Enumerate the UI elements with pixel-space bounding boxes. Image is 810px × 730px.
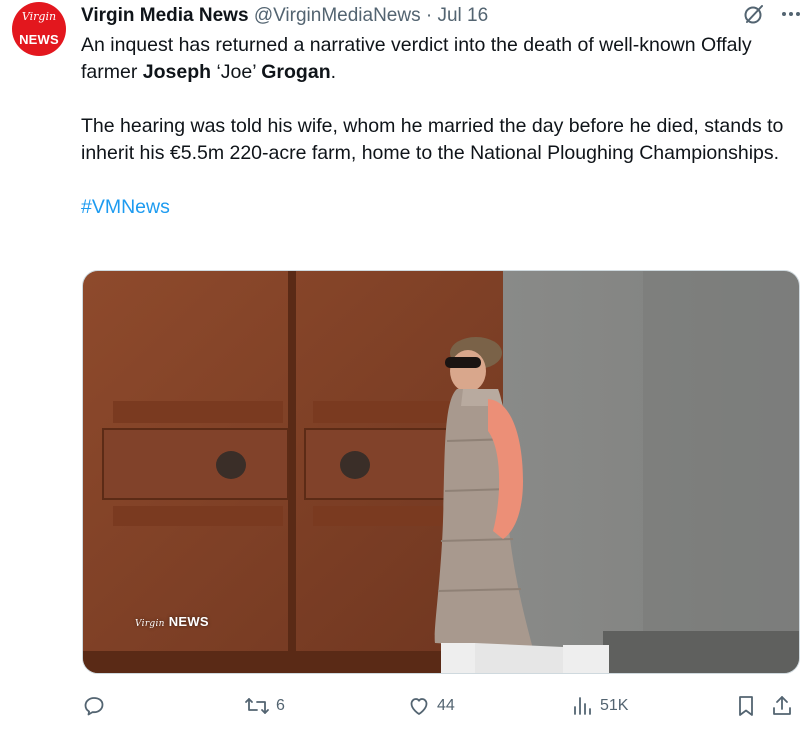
- media-watermark-news: NEWS: [168, 614, 209, 629]
- action-bar: 6 44 51K: [82, 690, 792, 722]
- avatar-logo-label: NEWS: [19, 32, 59, 47]
- retweet-count: 6: [276, 697, 285, 714]
- tweet-date[interactable]: Jul 16: [437, 5, 488, 26]
- avatar[interactable]: Virgin NEWS: [12, 2, 66, 56]
- user-handle[interactable]: @VirginMediaNews: [254, 5, 421, 26]
- bookmark-icon: [734, 694, 758, 718]
- reply-button[interactable]: [82, 690, 112, 722]
- like-icon: [407, 694, 431, 718]
- more-icon[interactable]: [780, 3, 802, 25]
- hashtag-link[interactable]: #VMNews: [81, 196, 170, 218]
- retweet-button[interactable]: 6: [244, 690, 285, 722]
- like-button[interactable]: 44: [407, 690, 455, 722]
- display-name[interactable]: Virgin Media News: [81, 5, 249, 26]
- media-watermark-script: Virgin: [135, 619, 165, 629]
- media-watermark: Virgin NEWS: [135, 614, 209, 629]
- views-button[interactable]: 51K: [570, 690, 628, 722]
- retweet-icon: [244, 694, 270, 718]
- top-right-icons: [742, 0, 802, 28]
- share-icon: [770, 694, 794, 718]
- bookmark-button[interactable]: [734, 690, 758, 722]
- header-separator: ·: [425, 5, 433, 26]
- reply-icon: [82, 694, 106, 718]
- tweet-nickname: ‘Joe’: [211, 61, 262, 83]
- share-button[interactable]: [770, 690, 794, 722]
- tweet-paragraph-2: The hearing was told his wife, whom he m…: [81, 115, 784, 164]
- avatar-logo-script: Virgin: [21, 10, 57, 23]
- grok-icon[interactable]: [742, 2, 766, 26]
- tweet-bold-first-name: Joseph: [142, 61, 212, 83]
- tweet-header: Virgin Media News @VirginMediaNews · Jul…: [81, 4, 740, 28]
- views-icon: [570, 694, 594, 718]
- tweet-text-period: .: [330, 61, 337, 83]
- like-count: 44: [437, 697, 455, 714]
- tweet-bold-last-name: Grogan: [261, 61, 331, 83]
- view-count: 51K: [600, 697, 629, 714]
- tweet-paragraph-1: An inquest has returned a narrative verd…: [81, 32, 801, 86]
- tweet-media-image[interactable]: Virgin NEWS: [82, 270, 800, 674]
- tweet-text: An inquest has returned a narrative verd…: [81, 32, 801, 221]
